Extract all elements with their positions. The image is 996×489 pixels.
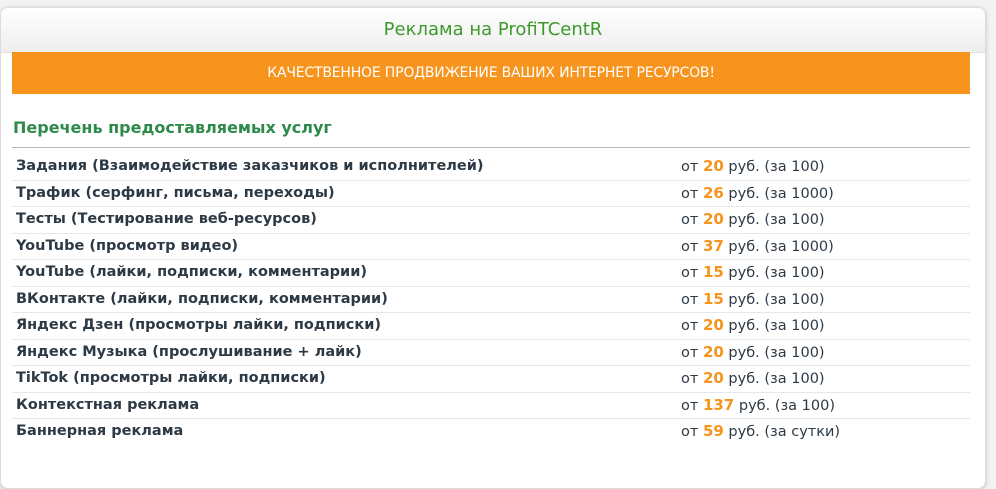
price-value: 137 (702, 395, 735, 414)
price-unit: (за 100) (764, 291, 825, 308)
service-name: Яндекс Музыка (прослушивание + лайк) (16, 343, 362, 360)
price-prefix: от (681, 318, 699, 334)
service-price: от 15 руб. (за 100) (681, 260, 825, 286)
service-name: Трафик (серфинг, письма, переходы) (16, 184, 335, 201)
price-value: 15 (702, 263, 724, 281)
service-name: Тесты (Тестирование веб-ресурсов) (16, 211, 317, 227)
service-row: Трафик (серфинг, письма, переходы) от 26 … (12, 181, 970, 207)
price-prefix: от (681, 238, 699, 255)
price-value: 26 (702, 183, 724, 202)
price-currency: руб. (728, 371, 760, 387)
price-prefix: от (681, 397, 699, 414)
service-row: YouTube (просмотр видео) от 37 руб. (за 1… (12, 234, 970, 260)
service-name: TikTok (просмотры лайки, подписки) (16, 370, 326, 386)
price-currency: руб. (728, 238, 760, 255)
price-unit: (за 100) (774, 397, 836, 414)
price-unit: (за 100) (764, 212, 825, 228)
divider (12, 147, 970, 148)
price-value: 59 (702, 422, 724, 440)
price-currency: руб. (738, 397, 771, 414)
service-price: от 26 руб. (за 1000) (681, 181, 834, 207)
price-prefix: от (681, 185, 699, 202)
service-price: от 20 руб. (за 100) (681, 366, 825, 392)
service-name: Контекстная реклама (16, 396, 200, 413)
services-heading: Перечень предоставляемых услуг (13, 118, 332, 137)
service-row: TikTok (просмотры лайки, подписки) от 20 … (12, 366, 970, 393)
service-name: YouTube (лайки, подписки, комментарии) (16, 264, 367, 280)
service-price: от 137 руб. (за 100) (681, 393, 835, 419)
service-name: Баннерная реклама (16, 423, 184, 439)
service-row: Задания (Взаимодействие заказчиков и исп… (12, 154, 970, 181)
price-currency: руб. (728, 344, 760, 361)
service-row: ВКонтакте (лайки, подписки, комментарии)… (12, 287, 970, 313)
price-unit: (за 100) (764, 371, 825, 387)
panel-title: Реклама на ProfiTCentR (1, 8, 985, 53)
price-prefix: от (681, 291, 699, 308)
price-value: 20 (702, 210, 724, 228)
service-row: YouTube (лайки, подписки, комментарии) от… (12, 260, 970, 287)
promo-banner[interactable]: КАЧЕСТВЕННОЕ ПРОДВИЖЕНИЕ ВАШИХ ИНТЕРНЕТ … (12, 52, 970, 94)
price-unit: (за 1000) (764, 185, 834, 202)
price-currency: руб. (728, 159, 760, 175)
service-name: ВКонтакте (лайки, подписки, комментарии) (16, 290, 388, 307)
price-value: 20 (702, 316, 724, 334)
price-unit: (за 100) (764, 159, 825, 175)
price-value: 20 (702, 157, 724, 175)
price-prefix: от (681, 344, 699, 361)
price-unit: (за 100) (764, 265, 825, 281)
service-row: Яндекс Музыка (прослушивание + лайк) от 2… (12, 340, 970, 366)
price-value: 20 (702, 342, 724, 361)
price-currency: руб. (728, 212, 760, 228)
service-name: YouTube (просмотр видео) (16, 237, 239, 254)
service-row: Яндекс Дзен (просмотры лайки, подписки) о… (12, 313, 970, 340)
price-value: 37 (702, 236, 724, 255)
price-prefix: от (681, 265, 699, 281)
price-unit: (за 1000) (764, 238, 834, 255)
price-value: 15 (702, 289, 724, 308)
service-name: Задания (Взаимодействие заказчиков и исп… (16, 158, 484, 174)
service-price: от 20 руб. (за 100) (681, 313, 825, 339)
service-name: Яндекс Дзен (просмотры лайки, подписки) (16, 317, 382, 333)
price-currency: руб. (728, 424, 760, 440)
price-unit: (за 100) (764, 318, 825, 334)
price-currency: руб. (728, 185, 760, 202)
service-row: Тесты (Тестирование веб-ресурсов) от 20 р… (12, 207, 970, 234)
price-currency: руб. (728, 318, 760, 334)
price-prefix: от (681, 212, 699, 228)
price-currency: руб. (728, 265, 760, 281)
price-unit: (за 100) (764, 344, 825, 361)
price-prefix: от (681, 424, 699, 440)
services-table: Задания (Взаимодействие заказчиков и исп… (12, 154, 970, 445)
price-unit: (за сутки) (764, 424, 841, 440)
price-currency: руб. (728, 291, 760, 308)
price-value: 20 (702, 369, 724, 387)
price-prefix: от (681, 371, 699, 387)
service-price: от 20 руб. (за 100) (681, 340, 825, 366)
service-price: от 20 руб. (за 100) (681, 207, 825, 233)
service-row: Баннерная реклама от 59 руб. (за сутки) (12, 419, 970, 445)
service-price: от 37 руб. (за 1000) (681, 234, 834, 260)
service-price: от 15 руб. (за 100) (681, 287, 825, 313)
service-price: от 59 руб. (за сутки) (681, 419, 840, 445)
price-prefix: от (681, 159, 699, 175)
service-price: от 20 руб. (за 100) (681, 154, 825, 180)
service-row: Контекстная реклама от 137 руб. (за 100) (12, 393, 970, 419)
